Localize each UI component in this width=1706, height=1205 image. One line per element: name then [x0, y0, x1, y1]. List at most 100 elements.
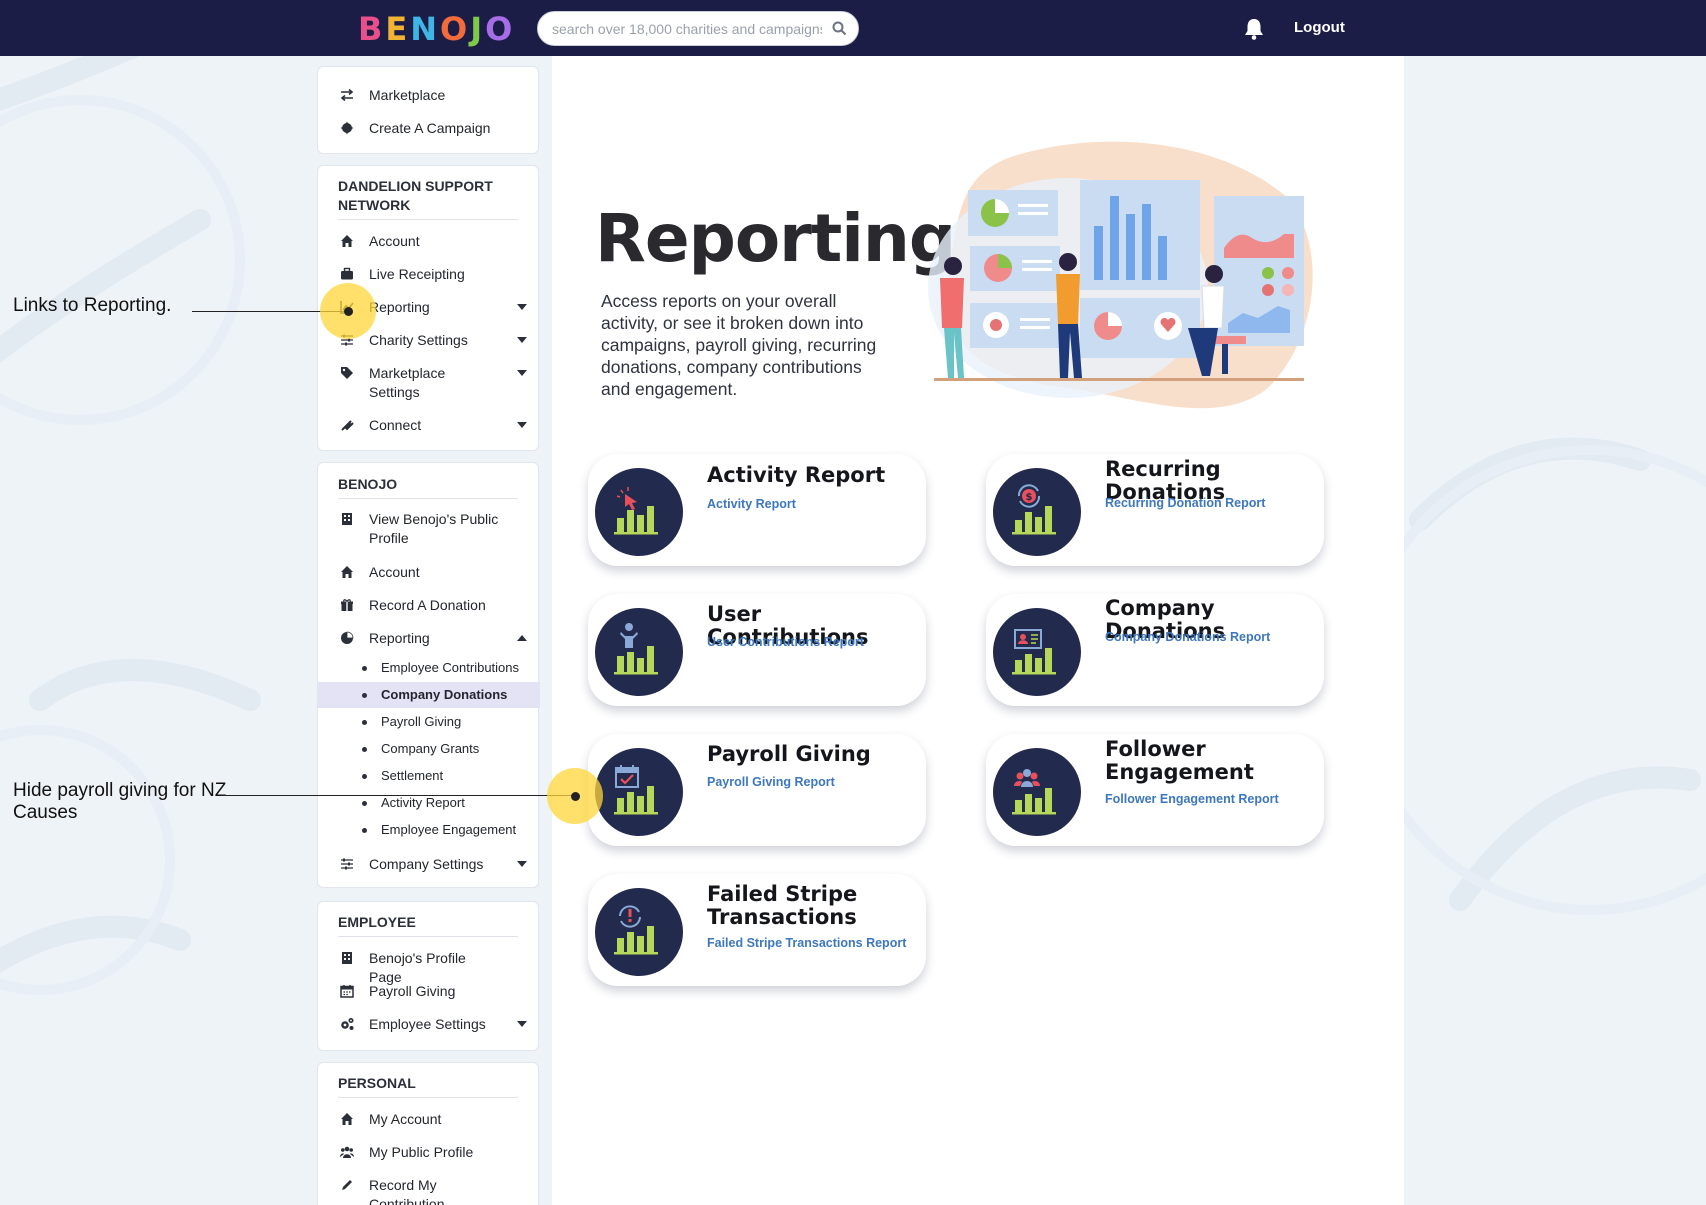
- sidebar-item-label: Record A Donation: [369, 597, 486, 613]
- chevron-down-icon[interactable]: [517, 337, 527, 343]
- submenu-item-label: Settlement: [381, 768, 444, 783]
- plug-icon: [341, 420, 354, 431]
- annotation-pin: [344, 307, 353, 316]
- sidebar-item-label: Account: [369, 564, 420, 580]
- sidebar-section-benojo: BENOJO View Benojo's Public Profile Acco…: [317, 462, 540, 888]
- report-link[interactable]: Failed Stripe Transactions Report: [707, 936, 906, 950]
- section-title: EMPLOYEE: [338, 913, 518, 937]
- sidebar-item-label: My Account: [369, 1111, 442, 1127]
- report-card-user-contributions[interactable]: User Contributions User Contributions Re…: [588, 594, 926, 706]
- gift-icon: [341, 599, 353, 611]
- logo-letter: O: [440, 10, 471, 48]
- sidebar-item-label: Employee Settings: [369, 1016, 486, 1032]
- people-chart-icon: [1012, 769, 1056, 815]
- gears-icon: [341, 1018, 354, 1030]
- submenu-item-label: Company Donations: [381, 687, 508, 702]
- report-card-title: Payroll Giving: [707, 742, 871, 766]
- submenu-item-label: Employee Contributions: [381, 660, 520, 675]
- submenu-item-label: Payroll Giving: [381, 714, 462, 729]
- user-contributions-icon-circle: [595, 608, 683, 696]
- logo-letter: J: [470, 10, 486, 48]
- gear-badge-icon: [340, 121, 354, 135]
- bullet: [362, 720, 367, 725]
- sidebar-item-marketplace-settings[interactable]: Marketplace Settings: [338, 364, 527, 404]
- bullet: [362, 747, 367, 752]
- building-icon: [342, 513, 352, 525]
- report-link[interactable]: User Contributions Report: [707, 635, 864, 649]
- building-icon: [342, 952, 352, 964]
- briefcase-icon: [341, 267, 353, 280]
- submenu-item-employee-engagement[interactable]: Employee Engagement: [318, 817, 540, 843]
- submenu-item-settlement[interactable]: Settlement: [318, 763, 540, 789]
- chevron-up-icon[interactable]: [517, 635, 527, 641]
- sidebar-item-label: View Benojo's Public Profile: [369, 511, 499, 546]
- submenu-item-company-donations[interactable]: Company Donations: [318, 682, 540, 708]
- payroll-giving-icon-circle: [595, 748, 683, 836]
- reporting-illustration: [928, 141, 1313, 409]
- submenu-item-employee-contributions[interactable]: Employee Contributions: [318, 655, 540, 681]
- home-icon: [341, 1113, 353, 1125]
- search-icon[interactable]: [832, 21, 847, 36]
- report-link[interactable]: Activity Report: [707, 497, 796, 511]
- report-link[interactable]: Company Donations Report: [1105, 630, 1270, 644]
- sidebar-item-label: Reporting: [369, 299, 430, 315]
- page-title: Reporting: [595, 200, 956, 277]
- report-card-title: Activity Report: [707, 463, 886, 487]
- dollar-cycle-chart-icon: $: [1012, 484, 1056, 535]
- submenu-item-label: Company Grants: [381, 741, 480, 756]
- report-card-company-donations[interactable]: Company Donations Company Donations Repo…: [986, 594, 1324, 706]
- submenu-item-activity-report[interactable]: Activity Report: [318, 790, 540, 816]
- sidebar-item-label: Marketplace Settings: [369, 365, 446, 400]
- chevron-down-icon[interactable]: [517, 304, 527, 310]
- chevron-down-icon[interactable]: [517, 422, 527, 428]
- recurring-donations-icon-circle: $: [993, 468, 1081, 556]
- sidebar-item-label: Payroll Giving: [369, 983, 456, 999]
- annotation-marker-reporting: [320, 283, 376, 339]
- report-card-payroll-giving[interactable]: Payroll Giving Payroll Giving Report: [588, 734, 926, 846]
- tag-icon: [341, 367, 353, 379]
- chevron-down-icon[interactable]: [517, 861, 527, 867]
- logo-letter: O: [485, 10, 516, 48]
- report-card-failed-stripe-transactions[interactable]: Failed Stripe Transactions Failed Stripe…: [588, 874, 926, 986]
- notification-bell-icon[interactable]: [1244, 18, 1264, 40]
- report-card-recurring-donations[interactable]: $ Recurring Donations Recurring Donation…: [986, 454, 1324, 566]
- chevron-down-icon[interactable]: [517, 1021, 527, 1027]
- sidebar-section-personal: PERSONAL My Account My Public Profile Re…: [317, 1062, 539, 1205]
- report-card-activity[interactable]: Activity Report Activity Report: [588, 454, 926, 566]
- sidebar-section-employee: EMPLOYEE Benojo's Profile Page Payroll G…: [317, 901, 539, 1051]
- exchange-icon: [340, 88, 354, 102]
- report-link[interactable]: Payroll Giving Report: [707, 775, 835, 789]
- bullet: [362, 774, 367, 779]
- report-card-title: Follower Engagement: [1105, 737, 1254, 784]
- annotation-reporting-note: Links to Reporting.: [13, 295, 172, 316]
- report-link[interactable]: Recurring Donation Report: [1105, 496, 1265, 510]
- logo-letter: E: [385, 10, 411, 48]
- failed-stripe-icon-circle: [595, 888, 683, 976]
- benojo-logo[interactable]: BENOJO: [358, 10, 515, 48]
- sidebar-item-record-my-contribution[interactable]: Record My Contribution: [338, 1176, 518, 1205]
- alert-cycle-chart-icon: [614, 905, 658, 955]
- chevron-down-icon[interactable]: [517, 370, 527, 376]
- search-input[interactable]: [552, 19, 822, 39]
- logo-letter: B: [358, 10, 386, 48]
- users-icon: [340, 1146, 354, 1158]
- top-navigation-bar: BENOJO Logout: [0, 0, 1706, 56]
- report-card-follower-engagement[interactable]: Follower Engagement Follower Engagement …: [986, 734, 1324, 846]
- annotation-connector-line: [221, 795, 573, 796]
- logout-button[interactable]: Logout: [1294, 19, 1345, 36]
- submenu-item-payroll-giving[interactable]: Payroll Giving: [318, 709, 540, 735]
- annotation-pin: [571, 792, 580, 801]
- calendar-icon: [340, 985, 354, 998]
- report-link[interactable]: Follower Engagement Report: [1105, 792, 1279, 806]
- sidebar-section-marketplace: Marketplace Create A Campaign: [317, 66, 539, 154]
- sidebar-item-label: Create A Campaign: [369, 120, 491, 136]
- annotation-marker-payroll: [547, 768, 603, 824]
- calendar-chart-icon: [614, 765, 658, 815]
- sidebar-item-view-public-profile[interactable]: View Benojo's Public Profile: [338, 510, 518, 550]
- page-description: Access reports on your overall activity,…: [601, 291, 877, 399]
- sidebar-item-label: Account: [369, 233, 420, 249]
- pie-chart-icon: [341, 631, 354, 644]
- submenu-item-company-grants[interactable]: Company Grants: [318, 736, 540, 762]
- bullet: [362, 693, 367, 698]
- sidebar-item-label: My Public Profile: [369, 1144, 474, 1160]
